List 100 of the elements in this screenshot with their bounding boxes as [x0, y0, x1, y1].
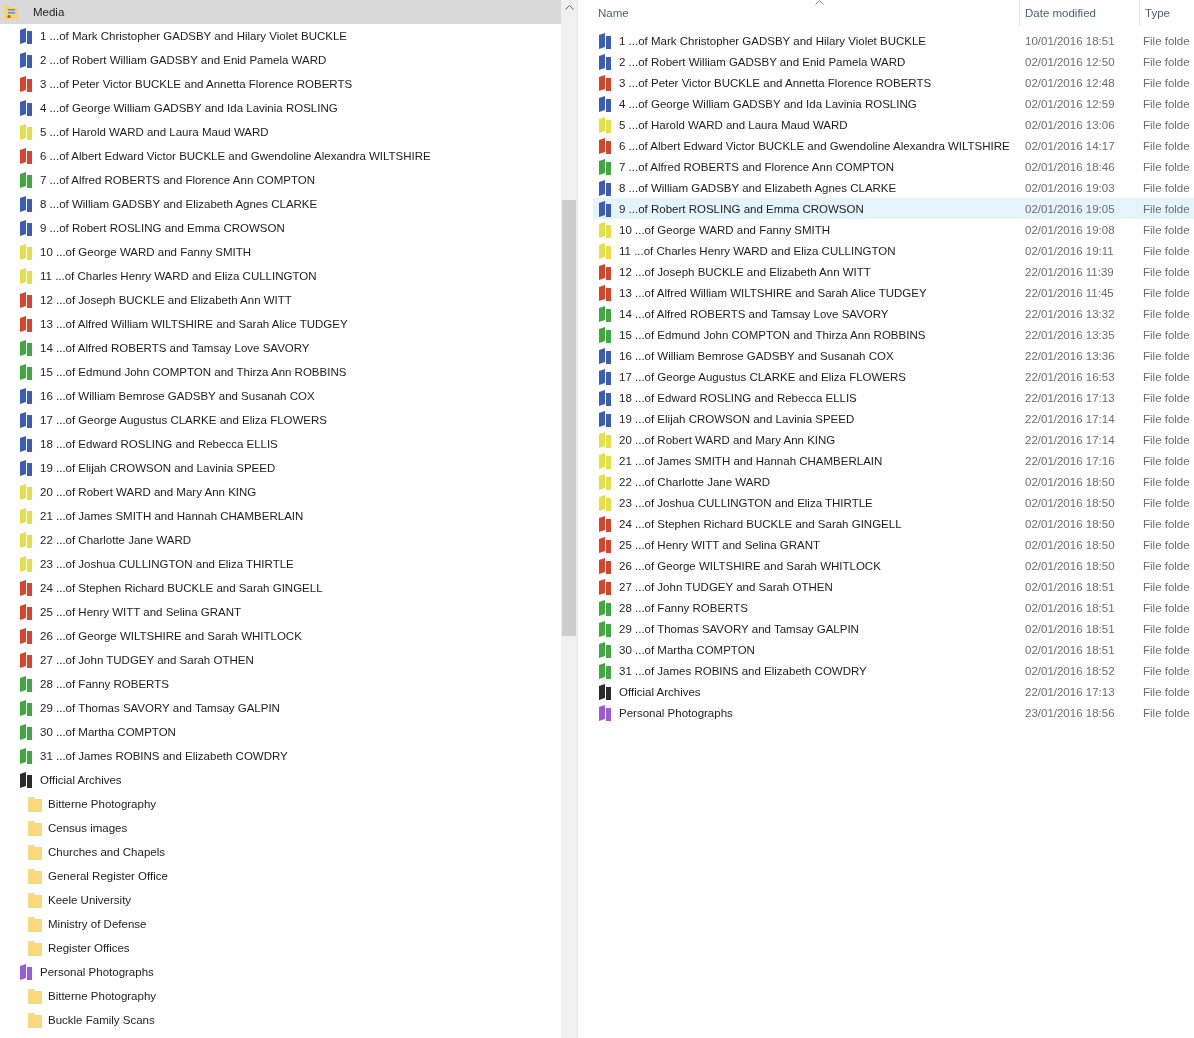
file-row[interactable]: 4 ...of George William GADSBY and Ida Lavinia ROSLING 02/01/2016 12:59 File folde: [593, 93, 1194, 114]
tree-item[interactable]: 1 ...of Mark Christopher GADSBY and Hilary Violet BUCKLE: [0, 24, 561, 48]
tree-item[interactable]: 29 ...of Thomas SAVORY and Tamsay GALPIN: [0, 696, 561, 720]
date-modified: 10/01/2016 18:51: [1024, 34, 1116, 47]
file-name: 24 ...of Stephen Richard BUCKLE and Sarah GINGELL: [619, 517, 902, 530]
file-row[interactable]: 16 ...of William Bemrose GADSBY and Susanah COX 22/01/2016 13:36 File folde: [593, 345, 1194, 366]
file-row[interactable]: 20 ...of Robert WARD and Mary Ann KING 22/01/2016 17:14 File folde: [593, 429, 1194, 450]
file-row[interactable]: 18 ...of Edward ROSLING and Rebecca ELLIS 22/01/2016 17:13 File folde: [593, 387, 1194, 408]
file-name: 31 ...of James ROBINS and Elizabeth COWDRY: [619, 664, 867, 677]
tree-item[interactable]: Churches and Chapels: [0, 840, 561, 864]
tree-item[interactable]: 6 ...of Albert Edward Victor BUCKLE and Gwendoline Alexandra WILTSHIRE: [0, 144, 561, 168]
file-type: File folde: [1142, 664, 1191, 677]
tree-item[interactable]: 9 ...of Robert ROSLING and Emma CROWSON: [0, 216, 561, 240]
file-row[interactable]: 17 ...of George Augustus CLARKE and Eliza FLOWERS 22/01/2016 16:53 File folde: [593, 366, 1194, 387]
tree-item[interactable]: Bitterne Photography: [0, 984, 561, 1008]
tree-item[interactable]: 14 ...of Alfred ROBERTS and Tamsay Love SAVORY: [0, 336, 561, 360]
file-row[interactable]: 21 ...of James SMITH and Hannah CHAMBERLAIN 22/01/2016 17:16 File folde: [593, 450, 1194, 471]
file-row[interactable]: 3 ...of Peter Victor BUCKLE and Annetta Florence ROBERTS 02/01/2016 12:48 File folde: [593, 72, 1194, 93]
date-modified: 22/01/2016 16:53: [1024, 370, 1116, 383]
tree-item[interactable]: 23 ...of Joshua CULLINGTON and Eliza THIRTLE: [0, 552, 561, 576]
tree-item[interactable]: 2 ...of Robert William GADSBY and Enid Pamela WARD: [0, 48, 561, 72]
file-row[interactable]: 7 ...of Alfred ROBERTS and Florence Ann COMPTON 02/01/2016 18:46 File folde: [593, 156, 1194, 177]
file-type: File folde: [1142, 55, 1191, 68]
tree-item[interactable]: 13 ...of Alfred William WILTSHIRE and Sarah Alice TUDGEY: [0, 312, 561, 336]
date-modified: 02/01/2016 19:11: [1024, 244, 1115, 257]
file-row[interactable]: 9 ...of Robert ROSLING and Emma CROWSON 02/01/2016 19:05 File folde: [593, 198, 1194, 219]
tree-item[interactable]: Census images: [0, 816, 561, 840]
file-row[interactable]: 11 ...of Charles Henry WARD and Eliza CULLINGTON 02/01/2016 19:11 File folde: [593, 240, 1194, 261]
tree-item[interactable]: General Register Office: [0, 864, 561, 888]
file-row[interactable]: 8 ...of William GADSBY and Elizabeth Agnes CLARKE 02/01/2016 19:03 File folde: [593, 177, 1194, 198]
tree-item[interactable]: 30 ...of Martha COMPTON: [0, 720, 561, 744]
tree-item[interactable]: Bitterne Photography: [0, 792, 561, 816]
file-row[interactable]: 28 ...of Fanny ROBERTS 02/01/2016 18:51 File folde: [593, 597, 1194, 618]
tree-item[interactable]: Keele University: [0, 888, 561, 912]
tree-item[interactable]: 10 ...of George WARD and Fanny SMITH: [0, 240, 561, 264]
tree-item[interactable]: 20 ...of Robert WARD and Mary Ann KING: [0, 480, 561, 504]
tree-item[interactable]: 18 ...of Edward ROSLING and Rebecca ELLIS: [0, 432, 561, 456]
date-modified: 23/01/2016 18:56: [1024, 706, 1116, 719]
tree-item[interactable]: 8 ...of William GADSBY and Elizabeth Agnes CLARKE: [0, 192, 561, 216]
tree-item[interactable]: Register Offices: [0, 936, 561, 960]
file-row[interactable]: 13 ...of Alfred William WILTSHIRE and Sarah Alice TUDGEY 22/01/2016 11:45 File folde: [593, 282, 1194, 303]
file-row[interactable]: 31 ...of James ROBINS and Elizabeth COWDRY 02/01/2016 18:52 File folde: [593, 660, 1194, 681]
tree-item[interactable]: 5 ...of Harold WARD and Laura Maud WARD: [0, 120, 561, 144]
tree-item[interactable]: 3 ...of Peter Victor BUCKLE and Annetta Florence ROBERTS: [0, 72, 561, 96]
tree-item[interactable]: 12 ...of Joseph BUCKLE and Elizabeth Ann WITT: [0, 288, 561, 312]
scrollbar[interactable]: [561, 0, 578, 1038]
file-row[interactable]: 22 ...of Charlotte Jane WARD 02/01/2016 18:50 File folde: [593, 471, 1194, 492]
tree-item[interactable]: Official Archives: [0, 768, 561, 792]
scrollbar-thumb[interactable]: [562, 200, 576, 636]
file-row[interactable]: Official Archives 22/01/2016 17:13 File folde: [593, 681, 1194, 702]
tree-item[interactable]: 7 ...of Alfred ROBERTS and Florence Ann COMPTON: [0, 168, 561, 192]
tree-item[interactable]: Personal Photographs: [0, 960, 561, 984]
file-row[interactable]: 30 ...of Martha COMPTON 02/01/2016 18:51 File folde: [593, 639, 1194, 660]
tree-item[interactable]: 25 ...of Henry WITT and Selina GRANT: [0, 600, 561, 624]
tree-item[interactable]: 4 ...of George William GADSBY and Ida Lavinia ROSLING: [0, 96, 561, 120]
file-row[interactable]: 12 ...of Joseph BUCKLE and Elizabeth Ann WITT 22/01/2016 11:39 File folde: [593, 261, 1194, 282]
tree-item[interactable]: Buckle Family Scans: [0, 1008, 561, 1032]
file-row[interactable]: 10 ...of George WARD and Fanny SMITH 02/01/2016 19:08 File folde: [593, 219, 1194, 240]
file-row[interactable]: 25 ...of Henry WITT and Selina GRANT 02/01/2016 18:50 File folde: [593, 534, 1194, 555]
file-name: 6 ...of Albert Edward Victor BUCKLE and Gwendoline Alexandra WILTSHIRE: [619, 139, 1010, 152]
column-header[interactable]: Date modified: [1019, 0, 1139, 26]
file-type: File folde: [1142, 34, 1191, 47]
file-name: 12 ...of Joseph BUCKLE and Elizabeth Ann WITT: [619, 265, 871, 278]
file-row[interactable]: 6 ...of Albert Edward Victor BUCKLE and Gwendoline Alexandra WILTSHIRE 02/01/2016 14:17 File folde: [593, 135, 1194, 156]
tree-item[interactable]: 24 ...of Stephen Richard BUCKLE and Sarah GINGELL: [0, 576, 561, 600]
file-row[interactable]: 1 ...of Mark Christopher GADSBY and Hilary Violet BUCKLE 10/01/2016 18:51 File folde: [593, 30, 1194, 51]
file-type: File folde: [1142, 706, 1191, 719]
tree-item[interactable]: 28 ...of Fanny ROBERTS: [0, 672, 561, 696]
file-row[interactable]: 27 ...of John TUDGEY and Sarah OTHEN 02/01/2016 18:51 File folde: [593, 576, 1194, 597]
column-header[interactable]: Type: [1139, 0, 1194, 26]
file-name: 4 ...of George William GADSBY and Ida Lavinia ROSLING: [619, 97, 917, 110]
file-type: File folde: [1142, 286, 1191, 299]
tree-item[interactable]: 26 ...of George WILTSHIRE and Sarah WHITLOCK: [0, 624, 561, 648]
column-header[interactable]: Name: [593, 0, 1019, 26]
file-row[interactable]: 24 ...of Stephen Richard BUCKLE and Sarah GINGELL 02/01/2016 18:50 File folde: [593, 513, 1194, 534]
tree-item[interactable]: 22 ...of Charlotte Jane WARD: [0, 528, 561, 552]
tree-item[interactable]: Media: [0, 0, 561, 24]
tree-item[interactable]: 11 ...of Charles Henry WARD and Eliza CULLINGTON: [0, 264, 561, 288]
file-row[interactable]: 23 ...of Joshua CULLINGTON and Eliza THIRTLE 02/01/2016 18:50 File folde: [593, 492, 1194, 513]
tree-item[interactable]: 31 ...of James ROBINS and Elizabeth COWDRY: [0, 744, 561, 768]
file-row[interactable]: 14 ...of Alfred ROBERTS and Tamsay Love SAVORY 22/01/2016 13:32 File folde: [593, 303, 1194, 324]
tree-item[interactable]: 27 ...of John TUDGEY and Sarah OTHEN: [0, 648, 561, 672]
tree-item[interactable]: 15 ...of Edmund John COMPTON and Thirza Ann ROBBINS: [0, 360, 561, 384]
file-row[interactable]: 15 ...of Edmund John COMPTON and Thirza Ann ROBBINS 22/01/2016 13:35 File folde: [593, 324, 1194, 345]
file-row[interactable]: 19 ...of Elijah CROWSON and Lavinia SPEED 22/01/2016 17:14 File folde: [593, 408, 1194, 429]
tree-item[interactable]: 16 ...of William Bemrose GADSBY and Susanah COX: [0, 384, 561, 408]
file-type: File folde: [1142, 622, 1191, 635]
file-row[interactable]: 26 ...of George WILTSHIRE and Sarah WHITLOCK 02/01/2016 18:50 File folde: [593, 555, 1194, 576]
file-type: File folde: [1142, 349, 1191, 362]
file-row[interactable]: Personal Photographs 23/01/2016 18:56 File folde: [593, 702, 1194, 723]
file-type: File folde: [1142, 496, 1191, 509]
file-row[interactable]: 29 ...of Thomas SAVORY and Tamsay GALPIN 02/01/2016 18:51 File folde: [593, 618, 1194, 639]
date-modified: 22/01/2016 13:32: [1024, 307, 1116, 320]
tree-item[interactable]: 21 ...of James SMITH and Hannah CHAMBERLAIN: [0, 504, 561, 528]
file-row[interactable]: 5 ...of Harold WARD and Laura Maud WARD 02/01/2016 13:06 File folde: [593, 114, 1194, 135]
tree-item[interactable]: 17 ...of George Augustus CLARKE and Eliza FLOWERS: [0, 408, 561, 432]
tree-item[interactable]: Ministry of Defense: [0, 912, 561, 936]
file-row[interactable]: 2 ...of Robert William GADSBY and Enid Pamela WARD 02/01/2016 12:50 File folde: [593, 51, 1194, 72]
file-name: 20 ...of Robert WARD and Mary Ann KING: [619, 433, 836, 446]
tree-item[interactable]: 19 ...of Elijah CROWSON and Lavinia SPEED: [0, 456, 561, 480]
